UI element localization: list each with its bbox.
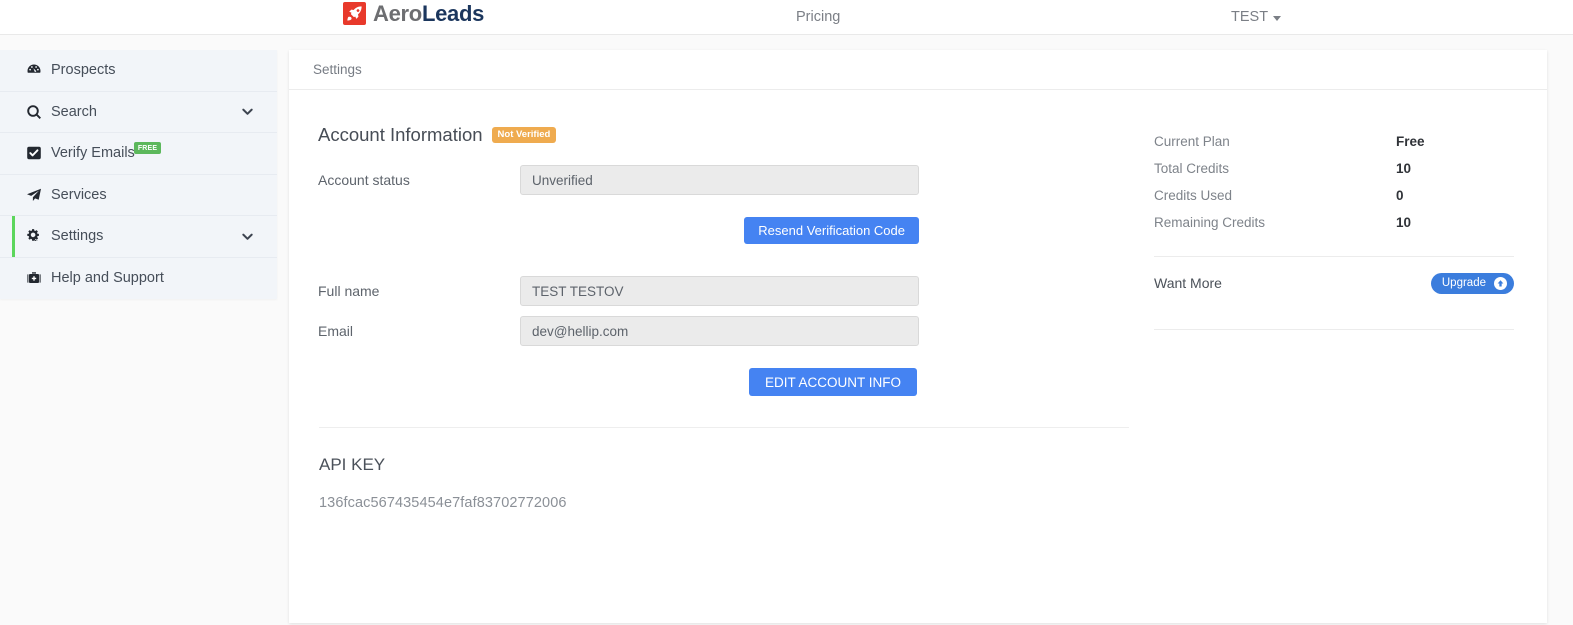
email-row: Email bbox=[318, 316, 1128, 346]
api-key-value: 136fcac567435454e7faf83702772006 bbox=[319, 495, 567, 511]
status-badge: Not Verified bbox=[491, 127, 557, 143]
plan-label: Credits Used bbox=[1154, 188, 1233, 203]
rocket-icon bbox=[343, 2, 366, 25]
caret-down-icon bbox=[1273, 15, 1282, 21]
account-status-label: Account status bbox=[318, 172, 410, 188]
account-info-header: Account Information Not Verified bbox=[318, 124, 1128, 146]
want-more-label: Want More bbox=[1154, 275, 1222, 291]
sidebar-item-label: Verify Emails bbox=[51, 145, 135, 162]
upgrade-button-label: Upgrade bbox=[1441, 277, 1486, 289]
email-label: Email bbox=[318, 323, 354, 339]
user-menu[interactable]: TEST bbox=[1231, 9, 1282, 25]
sidebar-item-label: Services bbox=[51, 186, 107, 203]
sidebar-item-label: Settings bbox=[51, 228, 104, 245]
plan-value: 0 bbox=[1396, 188, 1404, 203]
api-key-title: API KEY bbox=[319, 455, 386, 474]
email-input[interactable] bbox=[520, 316, 919, 346]
gears-icon bbox=[24, 228, 43, 245]
brand-name-second: Leads bbox=[421, 0, 485, 26]
free-badge: FREE bbox=[133, 142, 162, 155]
plan-label: Current Plan bbox=[1154, 134, 1230, 149]
arrow-up-circle-icon bbox=[1494, 276, 1507, 290]
sidebar-item-prospects[interactable]: Prospects bbox=[0, 50, 277, 92]
plan-label: Total Credits bbox=[1154, 161, 1230, 176]
section-divider bbox=[319, 427, 1129, 428]
dashboard-icon bbox=[24, 62, 43, 78]
edit-button-row: EDIT ACCOUNT INFO bbox=[318, 368, 919, 396]
want-more-row: Want More Upgrade bbox=[1154, 257, 1514, 309]
chevron-down-icon bbox=[240, 229, 255, 244]
main-content-card: Settings Account Information Not Verifie… bbox=[289, 50, 1547, 623]
full-name-row: Full name bbox=[318, 276, 1128, 306]
plan-row-remaining-credits: Remaining Credits 10 bbox=[1154, 209, 1514, 236]
sidebar-item-label: Help and Support bbox=[51, 270, 164, 287]
sidebar-item-settings[interactable]: Settings bbox=[0, 216, 277, 258]
page-title: Account Information bbox=[318, 124, 483, 145]
edit-account-info-button[interactable]: EDIT ACCOUNT INFO bbox=[748, 368, 917, 396]
plan-row-current-plan: Current Plan Free bbox=[1154, 128, 1514, 155]
sidebar-item-services[interactable]: Services bbox=[0, 175, 277, 216]
sidebar-item-search[interactable]: Search bbox=[0, 92, 277, 133]
plan-value: 10 bbox=[1396, 215, 1412, 230]
breadcrumb-current: Settings bbox=[313, 62, 362, 77]
search-icon bbox=[24, 104, 43, 120]
sidebar-item-label: Prospects bbox=[51, 62, 116, 79]
plan-row-total-credits: Total Credits 10 bbox=[1154, 155, 1514, 182]
top-navbar: AeroLeads Pricing TEST bbox=[0, 0, 1573, 35]
plan-summary-panel: Current Plan Free Total Credits 10 Credi… bbox=[1128, 90, 1547, 623]
account-settings-column: Account Information Not Verified Account… bbox=[289, 90, 1129, 623]
sidebar-item-verify-emails[interactable]: Verify Emails FREE bbox=[0, 133, 277, 175]
account-status-input[interactable] bbox=[520, 165, 919, 195]
chevron-down-icon bbox=[240, 104, 255, 119]
paper-plane-icon bbox=[24, 187, 43, 203]
check-square-icon bbox=[24, 145, 43, 161]
briefcase-icon bbox=[24, 270, 43, 286]
plan-label: Remaining Credits bbox=[1154, 215, 1266, 230]
breadcrumb: Settings bbox=[289, 50, 1547, 90]
sidebar-item-label: Search bbox=[51, 103, 97, 120]
resend-button-row: Resend Verification Code bbox=[318, 217, 919, 244]
panel-divider-bottom bbox=[1154, 329, 1514, 330]
page-body: Prospects Search Verify Emails FREE Serv… bbox=[0, 35, 1573, 625]
brand-logo[interactable]: AeroLeads bbox=[343, 2, 484, 25]
plan-value: 10 bbox=[1396, 161, 1412, 176]
full-name-input[interactable] bbox=[520, 276, 919, 306]
full-name-label: Full name bbox=[318, 283, 380, 299]
sidebar: Prospects Search Verify Emails FREE Serv… bbox=[0, 50, 277, 299]
nav-link-pricing[interactable]: Pricing bbox=[796, 9, 840, 25]
plan-value: Free bbox=[1396, 134, 1425, 149]
user-menu-label: TEST bbox=[1231, 9, 1269, 25]
resend-verification-code-button[interactable]: Resend Verification Code bbox=[744, 217, 919, 244]
sidebar-item-help-and-support[interactable]: Help and Support bbox=[0, 258, 277, 300]
account-status-row: Account status bbox=[318, 165, 1128, 195]
plan-row-credits-used: Credits Used 0 bbox=[1154, 182, 1514, 209]
main-body: Account Information Not Verified Account… bbox=[289, 90, 1547, 623]
brand-name-first: Aero bbox=[373, 0, 422, 26]
upgrade-button[interactable]: Upgrade bbox=[1430, 272, 1514, 294]
